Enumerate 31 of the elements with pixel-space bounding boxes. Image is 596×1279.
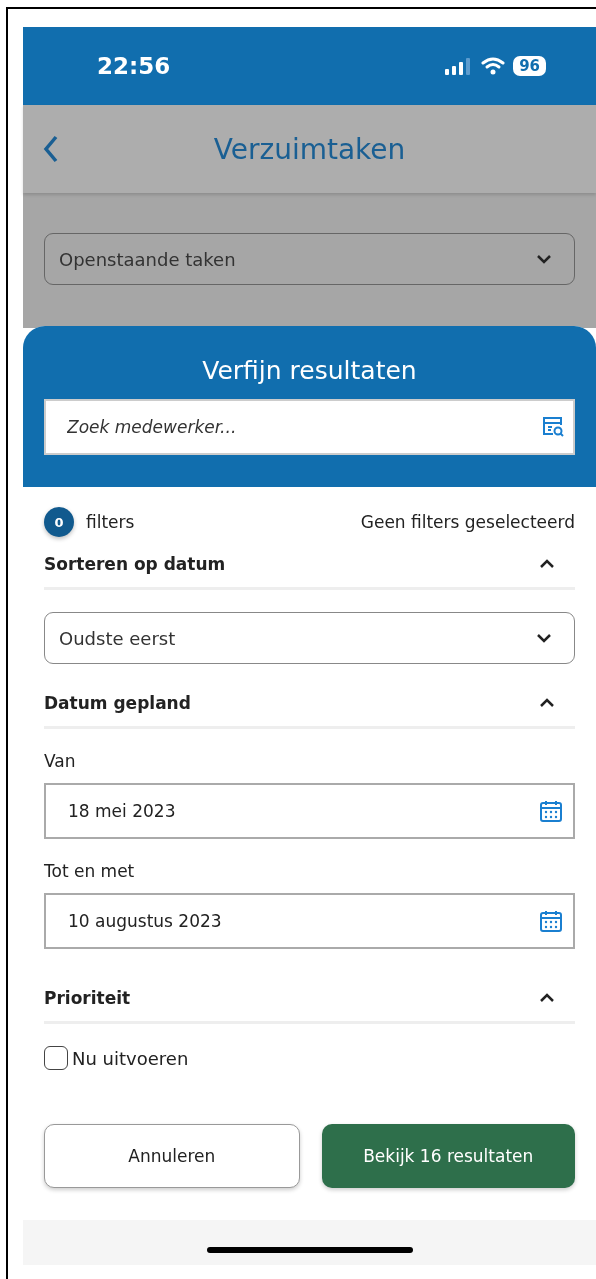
section-header[interactable]: Datum gepland [44, 679, 575, 729]
calendar-icon[interactable] [539, 799, 563, 823]
task-filter-dropdown[interactable]: Openstaande taken [44, 233, 575, 285]
checkbox[interactable] [44, 1046, 68, 1070]
section-header[interactable]: Sorteren op datum [44, 540, 575, 590]
search-icon[interactable] [541, 416, 565, 438]
status-time: 22:56 [97, 53, 171, 79]
filter-count-badge: 0 [44, 507, 74, 537]
filters-label: filters [86, 512, 135, 532]
chevron-up-icon [539, 558, 555, 569]
filter-summary: Geen filters geselecteerd [360, 512, 575, 532]
chevron-down-icon [536, 633, 552, 643]
date-field[interactable]: 18 mei 2023 [44, 783, 575, 839]
back-icon[interactable] [43, 135, 59, 163]
page-title: Verzuimtaken [213, 132, 406, 166]
sheet-title: Verfijn resultaten [202, 356, 417, 385]
chevron-up-icon [539, 697, 555, 708]
battery-level: 96 [513, 56, 546, 76]
wifi-icon [481, 57, 506, 75]
date-field[interactable]: 10 augustus 2023 [44, 893, 575, 949]
sort-dropdown[interactable]: Oudste eerst [44, 612, 575, 664]
field-label: Van [44, 751, 77, 771]
search-field[interactable]: Zoek medewerker... [44, 399, 575, 455]
cancel-button[interactable]: Annuleren [44, 1124, 300, 1188]
field-label: Tot en met [44, 861, 136, 881]
show-results-button[interactable]: Bekijk 16 resultaten [321, 1124, 575, 1188]
section-header[interactable]: Prioriteit [44, 974, 575, 1024]
calendar-icon[interactable] [539, 909, 563, 933]
checkbox-label: Nu uitvoeren [72, 1047, 189, 1069]
chevron-up-icon [539, 992, 555, 1003]
chevron-down-icon [536, 254, 552, 264]
